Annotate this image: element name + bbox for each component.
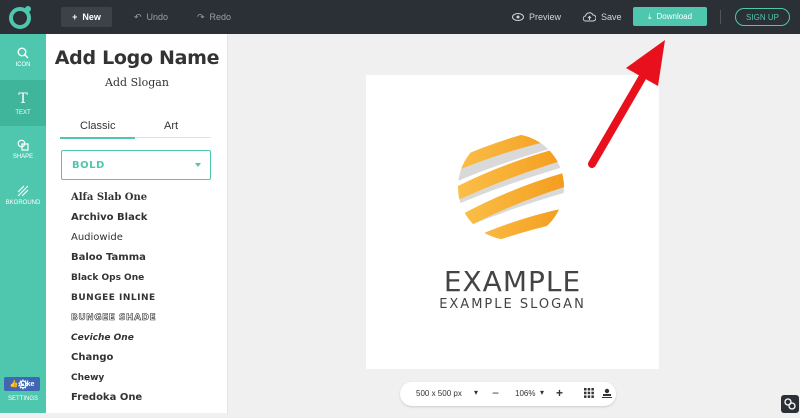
cloud-upload-icon: [583, 12, 596, 22]
rail-item-background[interactable]: BKGROUND: [0, 172, 46, 218]
red-arrow-annotation: [588, 40, 665, 168]
preview-button[interactable]: Preview: [512, 8, 561, 26]
font-category-value: BOLD: [72, 160, 105, 171]
eye-icon: [512, 13, 524, 21]
tab-classic[interactable]: Classic: [80, 120, 115, 132]
font-item[interactable]: Baloo Tamma: [71, 248, 221, 268]
sphere-logo-icon[interactable]: [454, 130, 569, 245]
undo-icon: ↶: [134, 11, 142, 22]
shape-icon: [17, 139, 29, 151]
top-toolbar: + New ↶ Undo ↷ Redo Preview Save ⤓ Downl…: [0, 0, 800, 34]
text-icon: T: [18, 90, 28, 107]
grid-icon[interactable]: [584, 388, 594, 398]
font-item[interactable]: Fredoka One: [71, 388, 221, 408]
gear-icon: ⚙: [17, 376, 29, 392]
font-item[interactable]: Black Ops One: [71, 268, 221, 288]
font-list: Alfa Slab One Archivo Black Audiowide Ba…: [71, 188, 221, 408]
font-item[interactable]: BUNGEE INLINE: [71, 288, 221, 308]
save-button[interactable]: Save: [583, 8, 622, 26]
plus-icon: +: [72, 12, 78, 22]
chevron-down-icon[interactable]: ▾: [474, 388, 478, 397]
add-slogan-text[interactable]: Add Slogan: [46, 76, 228, 89]
logo-slogan-text[interactable]: EXAMPLE SLOGAN: [366, 297, 659, 312]
logo-name-text[interactable]: EXAMPLE: [366, 265, 659, 298]
rail-item-icon[interactable]: ICON: [0, 34, 46, 80]
rail-item-shape[interactable]: SHAPE: [0, 126, 46, 172]
font-item[interactable]: Alfa Slab One: [71, 188, 221, 208]
redo-icon: ↷: [197, 11, 205, 22]
font-item[interactable]: BUNGEE SHADE: [71, 308, 221, 328]
redo-button[interactable]: ↷ Redo: [197, 8, 231, 26]
download-icon: ⤓: [647, 11, 652, 21]
font-item[interactable]: Chewy: [71, 368, 221, 388]
chevron-down-icon[interactable]: ▾: [540, 388, 544, 397]
active-tab-indicator: [60, 137, 135, 139]
tab-art[interactable]: Art: [164, 120, 178, 132]
font-item[interactable]: Chango: [71, 348, 221, 368]
zoom-out-button[interactable]: −: [492, 386, 499, 400]
font-tabs: Classic Art: [60, 120, 211, 139]
canvas-size-select[interactable]: 500 x 500 px: [416, 389, 462, 398]
zoom-level[interactable]: 106%: [515, 389, 535, 398]
zoom-in-button[interactable]: +: [556, 386, 563, 400]
signup-button[interactable]: SIGN UP: [735, 8, 790, 26]
background-icon: [17, 185, 29, 196]
stamp-icon[interactable]: [602, 388, 612, 398]
left-rail: ICON T TEXT SHAPE BKGROUND 👍 Like ⚙ SETT…: [0, 34, 46, 413]
app-logo-icon[interactable]: [8, 4, 34, 30]
canvas-zoom-bar: 500 x 500 px ▾ − 106% ▾ +: [400, 382, 616, 406]
text-panel: Add Logo Name Add Slogan Classic Art BOL…: [46, 34, 228, 413]
add-logo-name-text[interactable]: Add Logo Name: [46, 47, 228, 69]
undo-button[interactable]: ↶ Undo: [134, 8, 168, 26]
rail-item-text[interactable]: T TEXT: [0, 80, 46, 126]
font-item[interactable]: Archivo Black: [71, 208, 221, 228]
chevron-down-icon: [195, 163, 201, 167]
rail-item-settings[interactable]: ⚙ SETTINGS: [0, 366, 46, 412]
font-item[interactable]: Audiowide: [71, 228, 221, 248]
font-category-select[interactable]: BOLD: [61, 150, 211, 180]
link-icon[interactable]: [781, 395, 799, 413]
new-button[interactable]: + New: [61, 7, 112, 27]
download-button[interactable]: ⤓ Download: [633, 7, 707, 26]
search-icon: [17, 47, 29, 58]
toolbar-divider: [720, 10, 721, 24]
font-item[interactable]: Ceviche One: [71, 328, 221, 348]
